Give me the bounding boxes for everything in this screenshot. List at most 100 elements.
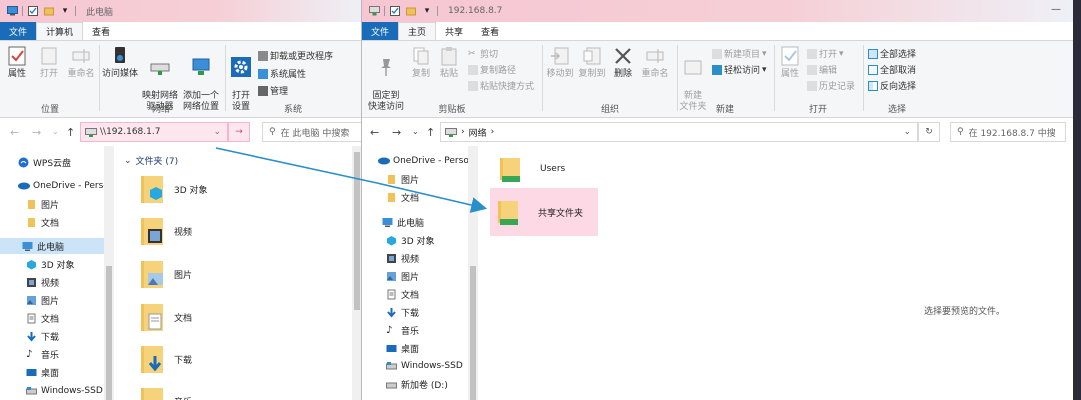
minimize-icon[interactable]: — xyxy=(1051,4,1061,15)
edit-button[interactable]: 编辑 xyxy=(807,63,837,76)
forward-icon[interactable]: → xyxy=(392,126,401,139)
paste-button[interactable]: 粘贴 xyxy=(436,45,462,80)
tab-home[interactable]: 主页 xyxy=(398,22,437,40)
nav-item-wps-cloud[interactable]: WPS云盘 xyxy=(18,156,71,169)
nav-item-documents[interactable]: 文档 xyxy=(26,312,59,325)
share-shared-folder[interactable]: 共享文件夹 xyxy=(490,188,598,236)
new-folder-icon[interactable] xyxy=(405,5,417,17)
copy-to-button[interactable]: 复制到 xyxy=(576,45,608,80)
open-button[interactable]: 打开 xyxy=(36,45,62,80)
folder-videos[interactable]: 视频 xyxy=(140,216,192,246)
nav-item-downloads[interactable]: 下载 xyxy=(386,306,419,319)
nav-item-this-pc[interactable]: 此电脑 xyxy=(382,216,424,229)
back-icon[interactable]: ← xyxy=(370,126,379,139)
chevron-down-icon[interactable]: ⌄ xyxy=(412,127,419,136)
properties-button[interactable]: 属性 xyxy=(4,45,30,80)
folder-downloads[interactable]: 下载 xyxy=(140,344,192,374)
refresh-button[interactable]: ↻ xyxy=(918,122,940,142)
nav-item-desktop[interactable]: 桌面 xyxy=(26,366,59,379)
group-label: 位置 xyxy=(40,105,59,115)
paste-shortcut-button[interactable]: 粘贴快捷方式 xyxy=(468,79,534,92)
system-properties-button[interactable]: 系统属性 xyxy=(258,67,306,80)
history-button[interactable]: 历史记录 xyxy=(807,79,855,92)
tab-file[interactable]: 文件 xyxy=(362,22,399,40)
go-button[interactable]: → xyxy=(228,122,250,142)
nav-item-desktop[interactable]: 桌面 xyxy=(386,342,419,355)
forward-icon[interactable]: → xyxy=(32,126,41,139)
delete-button[interactable]: 删除 xyxy=(610,45,636,80)
invert-selection-button[interactable]: 反向选择 xyxy=(868,79,916,92)
nav-item-documents-onedrive[interactable]: 文档 xyxy=(26,216,59,229)
scrollbar-thumb[interactable] xyxy=(106,266,112,400)
nav-item-music[interactable]: ♪ 音乐 xyxy=(386,324,419,337)
tab-view[interactable]: 查看 xyxy=(472,22,508,40)
nav-item-videos[interactable]: 视频 xyxy=(26,276,59,289)
nav-item-pictures[interactable]: 图片 xyxy=(386,270,419,283)
scrollbar-thumb[interactable] xyxy=(470,266,476,400)
nav-scrollbar[interactable] xyxy=(468,146,478,400)
tab-share[interactable]: 共享 xyxy=(436,22,472,40)
chevron-down-icon[interactable]: ▾ xyxy=(421,5,433,17)
group-label: 打开 xyxy=(808,105,827,115)
move-to-button[interactable]: 移动到 xyxy=(544,45,576,80)
breadcrumb-network[interactable]: 网络 xyxy=(469,126,487,139)
nav-item-videos[interactable]: 视频 xyxy=(386,252,419,265)
uninstall-program-button[interactable]: 卸载或更改程序 xyxy=(258,49,333,62)
nav-item-windows-ssd[interactable]: Windows-SSD xyxy=(386,360,463,371)
copy-button[interactable]: 复制 xyxy=(408,45,434,80)
up-icon[interactable]: ↑ xyxy=(66,126,75,139)
properties-icon[interactable] xyxy=(389,5,401,17)
easy-access-button[interactable]: 轻松访问 ▾ xyxy=(712,63,767,76)
chevron-down-icon[interactable]: ⌄ xyxy=(213,127,221,137)
nav-item-music[interactable]: ♪ 音乐 xyxy=(26,348,59,361)
address-input[interactable]: › 网络 › ⌄ xyxy=(440,122,918,142)
properties-icon[interactable] xyxy=(27,5,39,17)
chevron-down-icon[interactable]: ⌄ xyxy=(52,127,59,136)
nav-item-3d-objects[interactable]: 3D 对象 xyxy=(26,258,75,271)
nav-item-documents[interactable]: 文档 xyxy=(386,288,419,301)
tab-file[interactable]: 文件 xyxy=(0,22,37,40)
group-header-folders[interactable]: ⌄ 文件夹 (7) xyxy=(124,154,178,168)
chevron-down-icon[interactable]: ⌄ xyxy=(903,127,911,137)
folder-music[interactable]: 音乐 xyxy=(140,386,192,400)
copy-path-button[interactable]: 复制路径 xyxy=(468,63,516,76)
up-icon[interactable]: ↑ xyxy=(426,126,435,139)
network-icon xyxy=(445,127,457,137)
nav-item-onedrive[interactable]: OneDrive - Perso xyxy=(378,155,469,166)
tab-computer[interactable]: 计算机 xyxy=(36,22,84,40)
properties-button[interactable]: 属性 xyxy=(777,45,803,80)
nav-item-windows-ssd[interactable]: Windows-SSD xyxy=(26,385,103,396)
search-input[interactable]: ⚲ 在 此电脑 中搜索 xyxy=(262,122,362,142)
select-all-button[interactable]: 全部选择 xyxy=(868,47,916,60)
new-folder-icon[interactable] xyxy=(43,5,55,17)
nav-item-3d-objects[interactable]: 3D 对象 xyxy=(386,234,435,247)
rename-button[interactable]: 重命名 xyxy=(638,45,672,80)
nav-item-this-pc[interactable]: 此电脑 xyxy=(0,238,104,254)
scrollbar-thumb[interactable] xyxy=(354,152,360,310)
nav-scrollbar[interactable] xyxy=(104,146,114,400)
share-users[interactable]: Users xyxy=(494,150,569,188)
folder-3d-objects[interactable]: 3D 对象 xyxy=(140,174,208,204)
nav-item-downloads[interactable]: 下载 xyxy=(26,330,59,343)
select-none-button[interactable]: 全部取消 xyxy=(868,63,916,76)
nav-item-pictures[interactable]: 图片 xyxy=(26,294,59,307)
folder-documents[interactable]: 文档 xyxy=(140,302,192,332)
back-icon[interactable]: ← xyxy=(10,126,19,139)
cut-button[interactable]: ✂ 剪切 xyxy=(468,47,498,61)
nav-item-pictures-onedrive[interactable]: 图片 xyxy=(386,173,419,186)
nav-item-pictures-onedrive[interactable]: 图片 xyxy=(26,198,59,211)
nav-item-new-volume-d[interactable]: 新加卷 (D:) xyxy=(386,378,448,391)
address-input[interactable]: \\192.168.1.7 ⌄ xyxy=(80,122,228,142)
nav-item-documents-onedrive[interactable]: 文档 xyxy=(386,191,419,204)
access-media-button[interactable]: 访问媒体 xyxy=(100,45,140,80)
chevron-down-icon[interactable]: ▾ xyxy=(59,5,71,17)
folder-pictures[interactable]: 图片 xyxy=(140,259,192,289)
manage-button[interactable]: 管理 xyxy=(258,84,288,97)
open-button[interactable]: 打开 ▾ xyxy=(807,47,844,60)
search-input[interactable]: ⚲ 在 192.168.8.7 中搜 xyxy=(950,122,1066,142)
nav-item-onedrive[interactable]: OneDrive - Perso xyxy=(18,180,109,191)
new-item-button[interactable]: 新建项目 ▾ xyxy=(712,47,767,60)
tab-view[interactable]: 查看 xyxy=(83,22,119,40)
window-title: 此电脑 xyxy=(86,7,114,18)
rename-button[interactable]: 重命名 xyxy=(66,45,96,80)
